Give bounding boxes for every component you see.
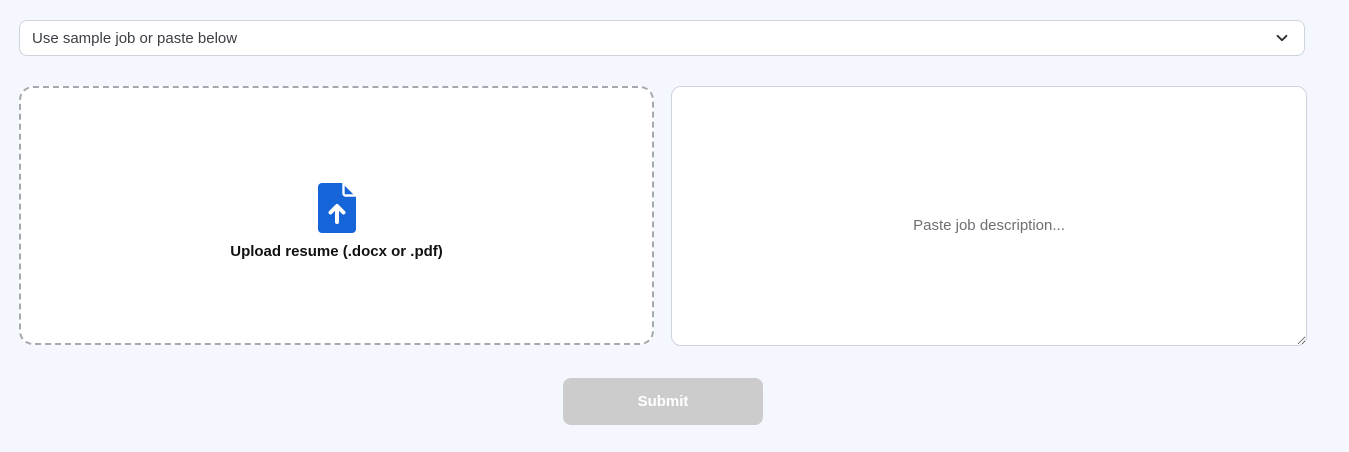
resume-upload-dropzone[interactable]: Upload resume (.docx or .pdf) bbox=[19, 86, 654, 345]
upload-resume-label: Upload resume (.docx or .pdf) bbox=[230, 243, 443, 260]
chevron-down-icon bbox=[1274, 30, 1290, 46]
resume-matcher-page: Use sample job or paste below Upload res… bbox=[0, 0, 1349, 452]
sample-job-select[interactable]: Use sample job or paste below bbox=[19, 20, 1305, 56]
job-description-input[interactable] bbox=[671, 86, 1307, 346]
file-upload-icon bbox=[317, 183, 356, 233]
submit-button[interactable]: Submit bbox=[563, 378, 763, 425]
sample-job-select-value: Use sample job or paste below bbox=[32, 29, 238, 47]
